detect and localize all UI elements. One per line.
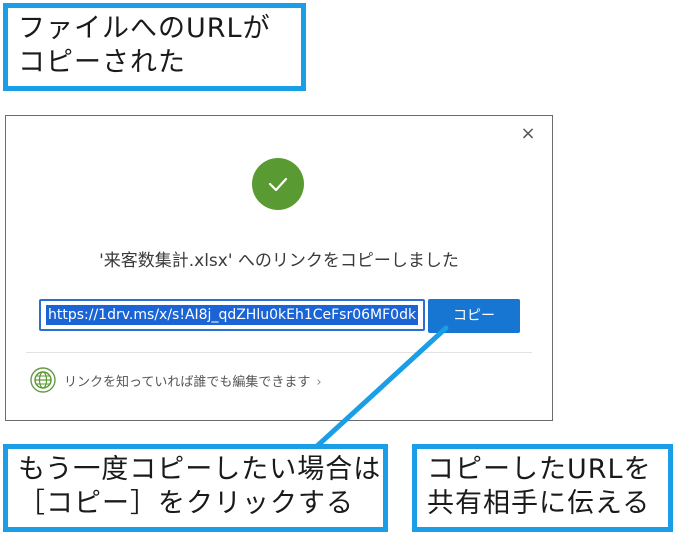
callout-copy-again: もう一度コピーしたい場合は ［コピー］をクリックする <box>3 444 388 532</box>
callout-line: もう一度コピーしたい場合は <box>18 454 382 485</box>
success-check-icon <box>252 158 304 210</box>
copy-link-dialog: × '来客数集計.xlsx' へのリンクをコピーしました https://1dr… <box>5 115 553 421</box>
callout-line: コピーしたURLを <box>427 454 652 485</box>
link-url-field[interactable]: https://1drv.ms/x/s!AI8j_qdZHlu0kEh1CeFs… <box>39 299 425 331</box>
callout-line: ファイルへのURLが <box>18 13 271 44</box>
link-permission-label: リンクを知っていれば誰でも編集できます <box>64 375 311 390</box>
globe-icon <box>30 367 56 393</box>
callout-line: コピーされた <box>18 47 186 78</box>
link-permission-text: リンクを知っていれば誰でも編集できます › <box>64 371 322 390</box>
callout-share-url: コピーしたURLを 共有相手に伝える <box>412 444 673 532</box>
copy-button[interactable]: コピー <box>428 299 520 333</box>
callout-url-copied: ファイルへのURLが コピーされた <box>3 3 306 91</box>
link-url-text: https://1drv.ms/x/s!AI8j_qdZHlu0kEh1CeFs… <box>46 305 419 325</box>
callout-line: ［コピー］をクリックする <box>18 488 354 519</box>
close-icon[interactable]: × <box>518 124 538 144</box>
copied-message: '来客数集計.xlsx' へのリンクをコピーしました <box>99 251 459 271</box>
chevron-right-icon: › <box>316 375 322 390</box>
divider <box>26 352 532 353</box>
callout-line: 共有相手に伝える <box>427 488 651 519</box>
